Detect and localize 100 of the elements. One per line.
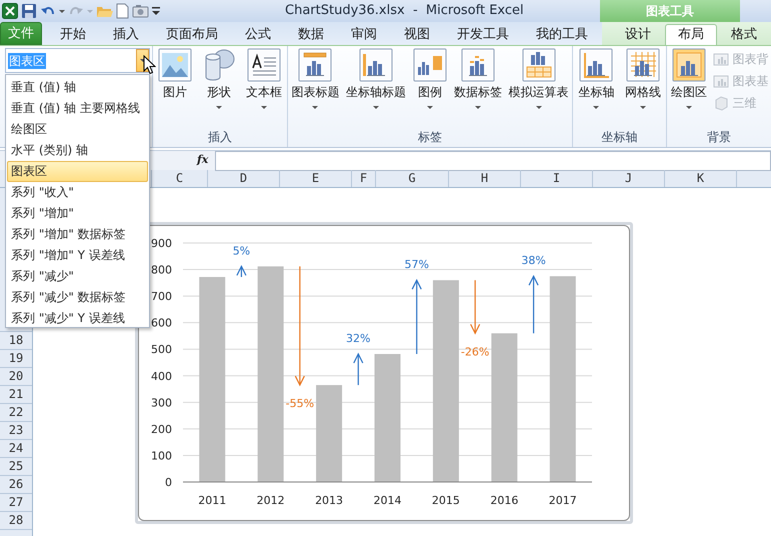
- legend-icon: [412, 48, 447, 82]
- ribbon-button[interactable]: 形状: [201, 48, 237, 129]
- column-header[interactable]: F: [352, 170, 376, 187]
- ribbon-tab[interactable]: 视图: [391, 24, 443, 45]
- x-tick-label: 2015: [432, 494, 460, 507]
- ribbon-button[interactable]: 坐标轴标题: [345, 48, 408, 129]
- row-header[interactable]: 21: [0, 386, 32, 404]
- ribbon-button[interactable]: 图片: [157, 48, 193, 129]
- formula-input[interactable]: [215, 150, 771, 170]
- row-header[interactable]: 28: [0, 512, 32, 530]
- ribbon-button[interactable]: 坐标轴: [577, 48, 616, 129]
- ribbon-tab[interactable]: 公式: [232, 24, 284, 45]
- ribbon-button[interactable]: 图例: [412, 48, 448, 129]
- ribbon-tab[interactable]: 布局: [665, 24, 717, 45]
- ribbon-tab[interactable]: 格式: [718, 24, 770, 45]
- ribbon-tab[interactable]: 我的工具: [523, 24, 601, 45]
- row-header[interactable]: 19: [0, 350, 32, 368]
- ribbon-tab[interactable]: 开始: [47, 24, 99, 45]
- caret-icon: [216, 106, 222, 109]
- y-tick-label: 200: [151, 422, 172, 436]
- row-header[interactable]: 20: [0, 368, 32, 386]
- caret-icon: [593, 106, 600, 109]
- excel-icon: [2, 3, 18, 19]
- x-tick-label: 2012: [256, 494, 285, 507]
- row-header[interactable]: 25: [0, 458, 32, 476]
- y-tick-label: 900: [151, 237, 172, 250]
- caret-icon: [87, 10, 93, 12]
- x-tick-label: 2014: [374, 494, 402, 507]
- ribbon-button[interactable]: 模拟运算表: [508, 48, 570, 129]
- group-label: 背景: [706, 129, 732, 146]
- caret-icon: [312, 106, 318, 109]
- ribbon-tab[interactable]: 插入: [100, 24, 152, 45]
- y-tick-label: 700: [151, 290, 172, 304]
- ribbon-tab[interactable]: 开发工具: [444, 24, 522, 45]
- customize-menu-icon[interactable]: [152, 6, 160, 16]
- group-label: 插入: [207, 129, 233, 146]
- caret-icon: [474, 106, 481, 109]
- row-header[interactable]: 27: [0, 494, 32, 512]
- dropdown-item[interactable]: 水平 (类别) 轴: [7, 140, 148, 161]
- caret-icon: [426, 106, 433, 109]
- save-icon[interactable]: [21, 3, 37, 19]
- text-box-icon: [247, 48, 281, 82]
- axis-title-icon: [359, 48, 394, 82]
- x-tick-label: 2017: [548, 494, 577, 507]
- ribbon-tab[interactable]: 审阅: [338, 24, 390, 45]
- picture-icon: [158, 48, 192, 82]
- y-tick-label: 100: [151, 449, 172, 462]
- data-label: -26%: [460, 345, 490, 358]
- chart-area[interactable]: 0 100 200 300 400 500 600 700 800 900 2011 2012 2013 2014 2015 2016 2017 5% -55% 32% 57% -26% 38%: [138, 225, 630, 521]
- row-header[interactable]: 24: [0, 440, 32, 458]
- group-label: 标签: [417, 129, 443, 146]
- dropdown-item[interactable]: 系列 "增加": [7, 203, 148, 224]
- data-label: 32%: [346, 332, 370, 345]
- plot-area-icon: [672, 48, 706, 82]
- caret-icon: [686, 106, 692, 109]
- y-tick-label: 500: [151, 343, 172, 356]
- new-document-icon[interactable]: [116, 3, 129, 19]
- y-tick-label: 300: [151, 396, 172, 410]
- caret-icon: [373, 106, 380, 109]
- row-header[interactable]: 18: [0, 332, 32, 350]
- column-header[interactable]: K: [665, 170, 737, 187]
- y-tick-label: 600: [151, 316, 172, 330]
- x-tick-label: 2013: [315, 494, 344, 507]
- dropdown-item[interactable]: 系列 "收入": [7, 182, 148, 203]
- column-header[interactable]: C: [152, 170, 208, 187]
- dropdown-item[interactable]: 垂直 (值) 轴 主要网格线: [7, 98, 148, 119]
- ribbon-button[interactable]: 文本框: [245, 48, 283, 129]
- data-label: 57%: [404, 258, 429, 272]
- data-label: 5%: [232, 244, 250, 258]
- caret-icon: [536, 106, 542, 109]
- column-header[interactable]: H: [449, 170, 521, 187]
- dropdown-item[interactable]: 图表区: [7, 161, 148, 182]
- axes-icon: [579, 48, 614, 82]
- y-tick-label: 0: [165, 476, 172, 489]
- ribbon-button[interactable]: 网格线: [624, 48, 662, 129]
- caret-icon[interactable]: [59, 10, 65, 12]
- row-header[interactable]: 26: [0, 476, 32, 494]
- ribbon-tab[interactable]: 设计: [612, 24, 664, 45]
- row-header[interactable]: 23: [0, 422, 32, 440]
- ribbon-tab[interactable]: 数据: [285, 24, 337, 45]
- column-header[interactable]: D: [208, 170, 280, 187]
- row-header[interactable]: 22: [0, 404, 32, 422]
- window-title: ChartStudy36.xlsx - Microsoft Excel: [285, 2, 525, 20]
- group-label: 坐标轴: [600, 129, 638, 146]
- data-label: 38%: [521, 254, 546, 268]
- dropdown-item[interactable]: 垂直 (值) 轴: [7, 77, 148, 98]
- column-header[interactable]: I: [521, 170, 593, 187]
- gridlines-icon: [626, 48, 660, 82]
- dropdown-item[interactable]: 绘图区: [7, 119, 148, 140]
- column-header[interactable]: G: [376, 170, 449, 187]
- ribbon-tab[interactable]: 页面布局: [153, 24, 231, 45]
- ribbon-button[interactable]: 绘图区: [670, 48, 708, 129]
- function-label[interactable]: fx: [197, 152, 215, 169]
- contextual-group-label: 图表工具: [646, 3, 694, 20]
- ribbon-button[interactable]: 图表标题: [290, 48, 340, 129]
- column-header[interactable]: E: [280, 170, 352, 187]
- file-tab[interactable]: 文件: [0, 22, 42, 45]
- chart-floor-icon: [713, 73, 730, 89]
- ribbon-button[interactable]: 数据标签: [452, 48, 503, 129]
- column-header[interactable]: J: [593, 170, 665, 187]
